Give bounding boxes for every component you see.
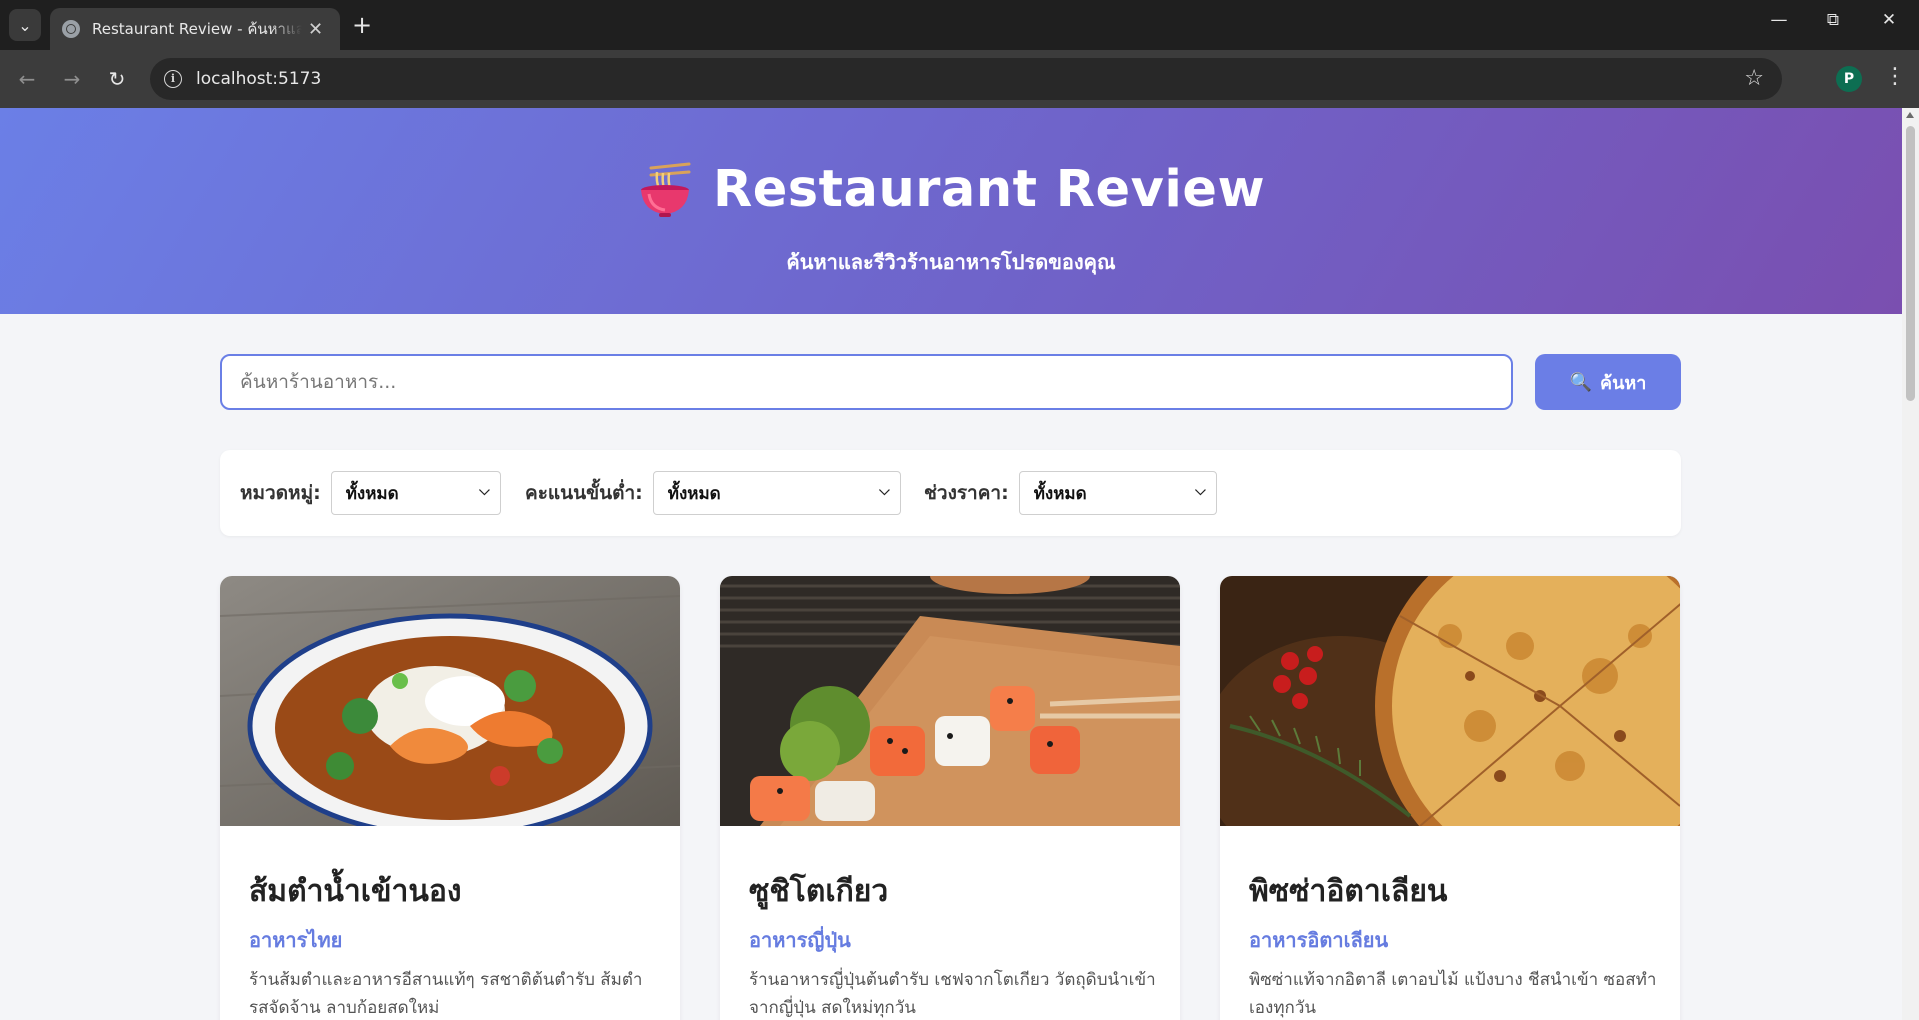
profile-avatar[interactable]: P xyxy=(1836,66,1862,92)
min-rating-select[interactable]: ทั้งหมด ⌵ xyxy=(652,471,901,515)
price-range-select[interactable]: ทั้งหมด ⌵ xyxy=(1018,471,1217,515)
browser-toolbar: ← → ↻ i localhost:5173 ☆ P ⋮ xyxy=(0,50,1919,108)
restaurant-image-curry[interactable] xyxy=(220,576,680,826)
reload-button[interactable]: ↻ xyxy=(104,67,130,91)
restaurant-card[interactable]: พิซซ่าอิตาเลียน อาหารอิตาเลียน พิซซ่าแท้… xyxy=(1220,576,1680,1020)
close-window-button[interactable]: ✕ xyxy=(1874,10,1904,30)
price-range-select-value: ทั้งหมด xyxy=(1033,483,1087,504)
hero-title: Restaurant Review xyxy=(712,160,1266,219)
restaurant-image-pizza[interactable] xyxy=(1220,576,1680,826)
noodle-bowl-icon xyxy=(640,162,691,217)
search-button-label: ค้นหา xyxy=(1600,372,1647,394)
restaurant-category: อาหารญี่ปุ่น xyxy=(749,928,851,952)
filter-category: หมวดหมู่: ทั้งหมด ⌵ xyxy=(240,470,501,516)
more-menu-icon[interactable]: ⋮ xyxy=(1884,64,1906,89)
bookmark-star-icon[interactable]: ☆ xyxy=(1744,66,1764,91)
restaurant-category: อาหารไทย xyxy=(249,928,343,952)
restaurant-card[interactable]: ซูชิโตเกียว อาหารญี่ปุ่น ร้านอาหารญี่ปุ่… xyxy=(720,576,1180,1020)
restaurant-image-sushi[interactable] xyxy=(720,576,1180,826)
restaurant-name[interactable]: ซูชิโตเกียว xyxy=(749,868,888,915)
filter-label-min-rating: คะแนนขั้นต่ำ: xyxy=(525,482,643,504)
forward-button[interactable]: → xyxy=(59,67,85,91)
hero-header: Restaurant Review ค้นหาและรีวิวร้านอาหาร… xyxy=(0,108,1902,314)
tab-search-button[interactable]: ⌄ xyxy=(9,9,41,41)
category-select-value: ทั้งหมด xyxy=(345,483,399,504)
filter-label-price-range: ช่วงราคา: xyxy=(924,482,1009,504)
hero-subtitle: ค้นหาและรีวิวร้านอาหารโปรดของคุณ xyxy=(786,250,1116,274)
scrollbar-thumb[interactable] xyxy=(1906,126,1915,401)
chevron-down-icon: ⌄ xyxy=(18,15,32,35)
page-viewport: Restaurant Review ค้นหาและรีวิวร้านอาหาร… xyxy=(0,108,1902,1020)
search-button[interactable]: 🔍 ค้นหา xyxy=(1535,354,1681,410)
tab-title: Restaurant Review - ค้นหาและรีวิวร้านอาห… xyxy=(92,20,302,38)
new-tab-button[interactable]: + xyxy=(352,12,372,38)
address-bar[interactable]: i localhost:5173 ☆ xyxy=(150,58,1782,100)
minimize-button[interactable]: — xyxy=(1764,10,1794,30)
page-scrollbar[interactable] xyxy=(1902,108,1919,1020)
restore-button[interactable]: ⧉ xyxy=(1818,10,1848,30)
chevron-down-icon: ⌵ xyxy=(479,483,490,499)
browser-tab[interactable]: Restaurant Review - ค้นหาและรีวิวร้านอาห… xyxy=(50,8,340,50)
restaurant-description: พิซซ่าแท้จากอิตาลี เตาอบไม้ แป้งบาง ชีสน… xyxy=(1249,970,1657,1018)
back-button[interactable]: ← xyxy=(14,67,40,91)
restaurant-description: ร้านส้มตำและอาหารอีสานแท้ๆ รสชาติต้นตำรั… xyxy=(249,970,643,1018)
globe-icon xyxy=(62,20,80,38)
page-title: Restaurant Review xyxy=(0,160,1902,219)
restaurant-category: อาหารอิตาเลียน xyxy=(1249,928,1389,952)
filter-panel: หมวดหมู่: ทั้งหมด ⌵ คะแนนขั้นต่ำ: ทั้งหม… xyxy=(220,450,1681,536)
search-icon: 🔍 xyxy=(1569,371,1593,393)
chevron-down-icon: ⌵ xyxy=(879,483,890,499)
min-rating-select-value: ทั้งหมด xyxy=(667,483,721,504)
site-info-icon[interactable]: i xyxy=(164,70,182,88)
restaurant-name[interactable]: ส้มตำน้ำเข้านอง xyxy=(249,868,462,915)
restaurant-description: ร้านอาหารญี่ปุ่นต้นตำรับ เชฟจากโตเกียว ว… xyxy=(749,970,1156,1018)
filter-label-category: หมวดหมู่: xyxy=(240,482,321,504)
scroll-up-arrow-icon[interactable] xyxy=(1906,112,1914,118)
category-select[interactable]: ทั้งหมด ⌵ xyxy=(330,471,501,515)
filter-min-rating: คะแนนขั้นต่ำ: ทั้งหมด ⌵ xyxy=(525,470,901,516)
filter-price-range: ช่วงราคา: ทั้งหมด ⌵ xyxy=(924,470,1217,516)
close-icon[interactable]: ✕ xyxy=(308,19,323,40)
browser-tab-bar: ⌄ Restaurant Review - ค้นหาและรีวิวร้านอ… xyxy=(0,0,1919,50)
url-text[interactable]: localhost:5173 xyxy=(196,69,321,89)
chevron-down-icon: ⌵ xyxy=(1195,483,1206,499)
search-input[interactable] xyxy=(220,354,1513,410)
restaurant-card[interactable]: ส้มตำน้ำเข้านอง อาหารไทย ร้านส้มตำและอาห… xyxy=(220,576,680,1020)
restaurant-name[interactable]: พิซซ่าอิตาเลียน xyxy=(1249,868,1447,915)
